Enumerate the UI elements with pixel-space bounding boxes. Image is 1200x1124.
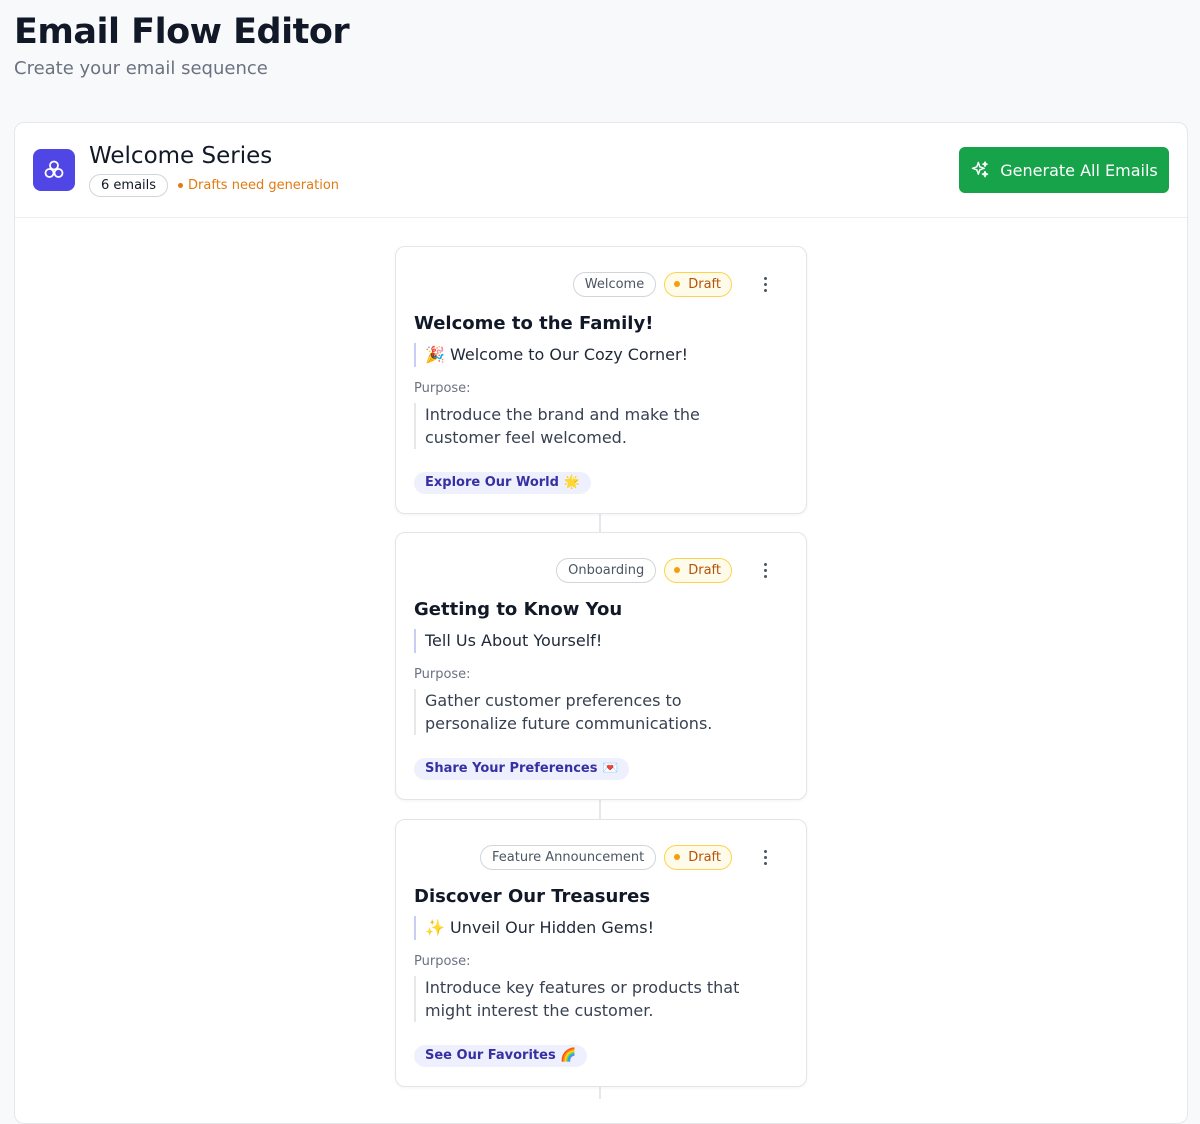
email-card[interactable]: Welcome Draft Welcome to the Family! 🎉 W… (395, 246, 807, 514)
email-subject: Tell Us About Yourself! (414, 629, 602, 653)
email-type-badge: Welcome (572, 271, 657, 297)
drafts-status-text: Drafts need generation (188, 178, 340, 193)
draft-dot-icon (674, 281, 681, 287)
card-badges: Feature Announcement Draft (480, 844, 778, 870)
more-options-icon[interactable] (752, 844, 778, 870)
page-subtitle: Create your email sequence (14, 58, 268, 79)
status-label: Draft (688, 276, 721, 292)
email-card[interactable]: Onboarding Draft Getting to Know You Tel… (395, 532, 807, 800)
email-card[interactable]: Feature Announcement Draft Discover Our … (395, 819, 807, 1087)
purpose-label: Purpose: (414, 954, 471, 969)
purpose-label: Purpose: (414, 667, 471, 682)
purpose-text: Introduce key features or products that … (414, 976, 775, 1022)
purpose-text: Gather customer preferences to personali… (414, 689, 775, 735)
status-badge: Draft (664, 557, 732, 583)
status-badge: Draft (664, 844, 732, 870)
generate-all-emails-button[interactable]: Generate All Emails (959, 147, 1169, 193)
generate-button-label: Generate All Emails (1000, 160, 1158, 180)
card-badges: Onboarding Draft (556, 557, 778, 583)
email-type-badge: Feature Announcement (480, 844, 657, 870)
draft-dot-icon (674, 854, 681, 860)
page-header: Email Flow Editor Create your email sequ… (14, 10, 350, 79)
more-options-icon[interactable] (752, 557, 778, 583)
more-options-icon[interactable] (752, 271, 778, 297)
flow-title: Welcome Series (89, 143, 273, 169)
flow-connector (599, 1085, 601, 1099)
email-count-badge: 6 emails (89, 174, 169, 197)
status-dot-icon (178, 183, 184, 188)
drafts-status-note: Drafts need generation (178, 178, 339, 193)
page-title: Email Flow Editor (14, 12, 350, 52)
draft-dot-icon (674, 567, 681, 573)
cta-chip[interactable]: Explore Our World 🌟 (414, 472, 591, 494)
card-badges: Welcome Draft (572, 271, 778, 297)
email-type-badge: Onboarding (556, 557, 657, 583)
sequence-flow-icon (33, 149, 75, 191)
status-badge: Draft (664, 271, 732, 297)
sparkles-icon (972, 161, 989, 178)
cta-chip[interactable]: Share Your Preferences 💌 (414, 758, 630, 780)
email-subject: ✨ Unveil Our Hidden Gems! (414, 916, 654, 940)
flow-header: Welcome Series 6 emails Drafts need gene… (15, 123, 1187, 218)
purpose-label: Purpose: (414, 381, 471, 396)
purpose-text: Introduce the brand and make the custome… (414, 403, 775, 449)
status-label: Draft (688, 562, 721, 578)
email-title: Discover Our Treasures (414, 886, 651, 907)
cta-chip[interactable]: See Our Favorites 🌈 (414, 1045, 588, 1067)
email-title: Welcome to the Family! (414, 313, 654, 334)
flow-connector (599, 799, 601, 819)
flow-meta: 6 emails Drafts need generation (89, 174, 339, 197)
flow-connector (599, 513, 601, 532)
email-title: Getting to Know You (414, 599, 623, 620)
status-label: Draft (688, 849, 721, 865)
email-subject: 🎉 Welcome to Our Cozy Corner! (414, 343, 688, 367)
